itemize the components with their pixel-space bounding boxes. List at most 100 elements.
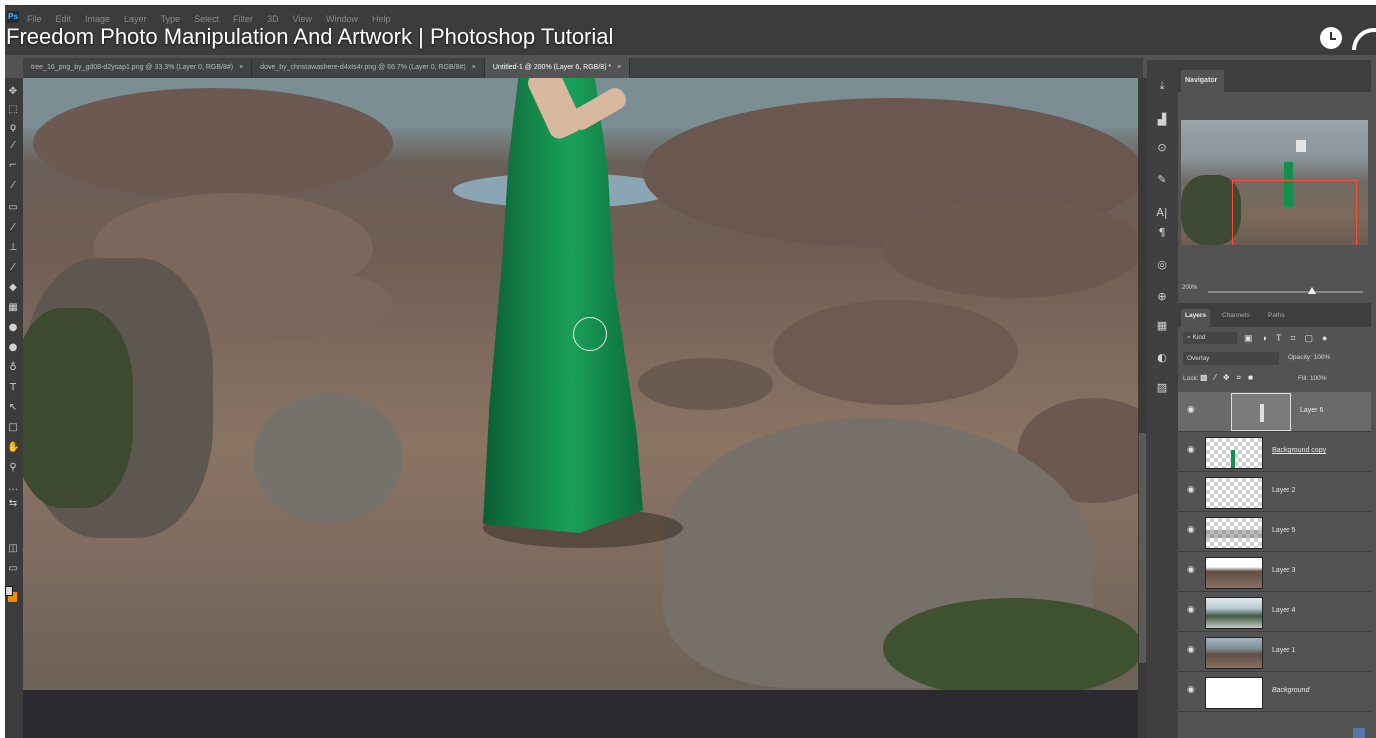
zoom-slider-thumb[interactable] bbox=[1308, 287, 1316, 294]
close-icon[interactable]: × bbox=[617, 64, 621, 71]
lock-all-icon[interactable]: ■ bbox=[1248, 373, 1253, 383]
foreground-color-swatch[interactable] bbox=[5, 586, 13, 596]
shape-filter-icon[interactable]: ⌗ bbox=[1290, 332, 1295, 344]
zoom-slider[interactable] bbox=[1208, 291, 1363, 293]
visibility-eye-icon[interactable]: ◉ bbox=[1187, 406, 1197, 415]
blur-tool-icon[interactable]: ● bbox=[7, 322, 19, 334]
3d-icon[interactable]: ⊕ bbox=[1154, 289, 1170, 305]
menu-layer[interactable]: Layer bbox=[124, 14, 147, 24]
tab-channels[interactable]: Channels bbox=[1222, 309, 1249, 327]
layer-row[interactable]: ◉ Background bbox=[1178, 672, 1371, 712]
paragraph-icon[interactable]: ¶ bbox=[1154, 225, 1170, 241]
hand-tool-icon[interactable]: ✋ bbox=[7, 442, 19, 454]
more-tools-icon[interactable]: … bbox=[7, 482, 19, 494]
info-icon[interactable]: ⊙ bbox=[1154, 140, 1170, 156]
visibility-eye-icon[interactable]: ◉ bbox=[1187, 646, 1197, 655]
gradient-tool-icon[interactable]: ▦ bbox=[7, 302, 19, 314]
history-brush-icon[interactable]: ⁄ bbox=[7, 262, 19, 274]
dodge-tool-icon[interactable]: ● bbox=[7, 342, 19, 354]
opacity-value[interactable]: 100% bbox=[1314, 354, 1331, 361]
menu-edit[interactable]: Edit bbox=[56, 14, 72, 24]
actions-icon[interactable]: ▨ bbox=[1154, 380, 1170, 396]
layer-row[interactable]: ◉ Layer 2 bbox=[1178, 472, 1371, 512]
pixel-filter-icon[interactable]: ▣ bbox=[1244, 332, 1253, 344]
adjustment-filter-icon[interactable]: ◑ bbox=[1262, 332, 1267, 344]
tab-paths[interactable]: Paths bbox=[1268, 309, 1285, 327]
move-tool-icon[interactable]: ✥ bbox=[7, 86, 19, 98]
scrollbar-thumb[interactable] bbox=[1139, 433, 1146, 663]
close-icon[interactable]: × bbox=[239, 64, 243, 71]
layer-row[interactable]: ◉ Layer 1 bbox=[1178, 632, 1371, 672]
menu-help[interactable]: Help bbox=[372, 14, 391, 24]
layer-row[interactable]: ◉ Background copy bbox=[1178, 432, 1371, 472]
document-canvas[interactable] bbox=[23, 78, 1138, 690]
color-wheel-icon[interactable]: ◎ bbox=[1154, 257, 1170, 273]
fill-value[interactable]: 100% bbox=[1310, 375, 1327, 382]
lasso-tool-icon[interactable]: ϙ bbox=[7, 122, 19, 134]
opacity-control[interactable]: Opacity: 100% bbox=[1288, 354, 1330, 361]
type-tool-icon[interactable]: T bbox=[7, 382, 19, 394]
doc-tab-untitled[interactable]: Untitled-1 @ 200% (Layer 6, RGB/8) * × bbox=[484, 58, 631, 78]
menu-file[interactable]: File bbox=[27, 14, 42, 24]
filter-kind-select[interactable]: ⌕ Kind bbox=[1183, 332, 1237, 344]
menu-3d[interactable]: 3D bbox=[267, 14, 279, 24]
visibility-eye-icon[interactable]: ◉ bbox=[1187, 606, 1197, 615]
visibility-eye-icon[interactable]: ◉ bbox=[1187, 486, 1197, 495]
shape-tool-icon[interactable]: □ bbox=[7, 422, 19, 434]
eraser-tool-icon[interactable]: ◆ bbox=[7, 282, 19, 294]
tab-layers[interactable]: Layers bbox=[1181, 309, 1210, 327]
brush-tool-icon[interactable]: ⁄ bbox=[7, 222, 19, 234]
type-filter-icon[interactable]: T bbox=[1276, 332, 1282, 344]
menu-image[interactable]: Image bbox=[85, 14, 110, 24]
visibility-eye-icon[interactable]: ◉ bbox=[1187, 526, 1197, 535]
doc-tab-dove[interactable]: dove_by_christawashere-d4xts4r.png @ 66.… bbox=[252, 58, 485, 78]
swatches-icon[interactable]: ▦ bbox=[1154, 318, 1170, 334]
crop-tool-icon[interactable]: ⌐ bbox=[7, 160, 19, 172]
path-select-tool-icon[interactable]: ↖ bbox=[7, 402, 19, 414]
visibility-eye-icon[interactable]: ◉ bbox=[1187, 446, 1197, 455]
pen-tool-icon[interactable]: ♁ bbox=[7, 362, 19, 374]
layer-row[interactable]: ◉ Layer 6 bbox=[1178, 392, 1371, 432]
zoom-value[interactable]: 200% bbox=[1182, 285, 1197, 291]
watch-later-icon[interactable] bbox=[1320, 27, 1342, 49]
layer-row[interactable]: ◉ Layer 4 bbox=[1178, 592, 1371, 632]
blend-mode-select[interactable]: Overlay bbox=[1183, 352, 1279, 365]
menu-filter[interactable]: Filter bbox=[233, 14, 253, 24]
navigator-view-rect[interactable] bbox=[1232, 180, 1357, 245]
close-icon[interactable]: × bbox=[472, 64, 476, 71]
fill-control[interactable]: Fill: 100% bbox=[1298, 375, 1327, 382]
menu-type[interactable]: Type bbox=[161, 14, 181, 24]
tab-navigator[interactable]: Navigator bbox=[1181, 70, 1224, 92]
marquee-tool-icon[interactable]: ⬚ bbox=[7, 104, 19, 116]
visibility-eye-icon[interactable]: ◉ bbox=[1187, 566, 1197, 575]
adjustments-icon[interactable]: ◐ bbox=[1154, 350, 1170, 366]
lock-transparent-icon[interactable]: ▩ bbox=[1200, 373, 1208, 383]
screen-mode-icon[interactable]: ▭ bbox=[7, 563, 19, 575]
canvas-scrollbar[interactable] bbox=[1138, 78, 1147, 738]
menu-select[interactable]: Select bbox=[194, 14, 219, 24]
lock-artboard-icon[interactable]: ⌗ bbox=[1237, 373, 1242, 383]
menu-view[interactable]: View bbox=[293, 14, 312, 24]
filter-toggle-icon[interactable]: ● bbox=[1322, 332, 1327, 344]
quick-mask-icon[interactable]: ◫ bbox=[7, 543, 19, 555]
eyedropper-tool-icon[interactable]: ⁄ bbox=[7, 180, 19, 192]
smart-object-filter-icon[interactable]: ▢ bbox=[1305, 332, 1314, 344]
swap-colors-icon[interactable]: ⇆ bbox=[7, 498, 19, 510]
panel-menu-icon[interactable] bbox=[1353, 728, 1365, 738]
character-icon[interactable]: A| bbox=[1154, 205, 1170, 221]
visibility-eye-icon[interactable]: ◉ bbox=[1187, 686, 1197, 695]
menu-window[interactable]: Window bbox=[326, 14, 358, 24]
lock-image-icon[interactable]: ⁄ bbox=[1215, 373, 1216, 383]
share-icon[interactable] bbox=[1352, 28, 1376, 50]
zoom-tool-icon[interactable]: ⚲ bbox=[7, 462, 19, 474]
layer-row[interactable]: ◉ Layer 5 bbox=[1178, 512, 1371, 552]
layer-row[interactable]: ◉ Layer 3 bbox=[1178, 552, 1371, 592]
stamp-tool-icon[interactable]: ⊥ bbox=[7, 242, 19, 254]
quick-select-tool-icon[interactable]: ⁄ bbox=[7, 140, 19, 152]
doc-tab-tree[interactable]: tree_16_png_by_gd08-d2ysap1.png @ 33.3% … bbox=[23, 58, 253, 78]
histogram-icon[interactable]: ▟ bbox=[1154, 112, 1170, 128]
navigator-preview[interactable] bbox=[1181, 120, 1368, 245]
history-icon[interactable]: ⤓ bbox=[1154, 78, 1170, 94]
brush-presets-icon[interactable]: ✎ bbox=[1154, 172, 1170, 188]
lock-position-icon[interactable]: ✥ bbox=[1223, 373, 1230, 383]
